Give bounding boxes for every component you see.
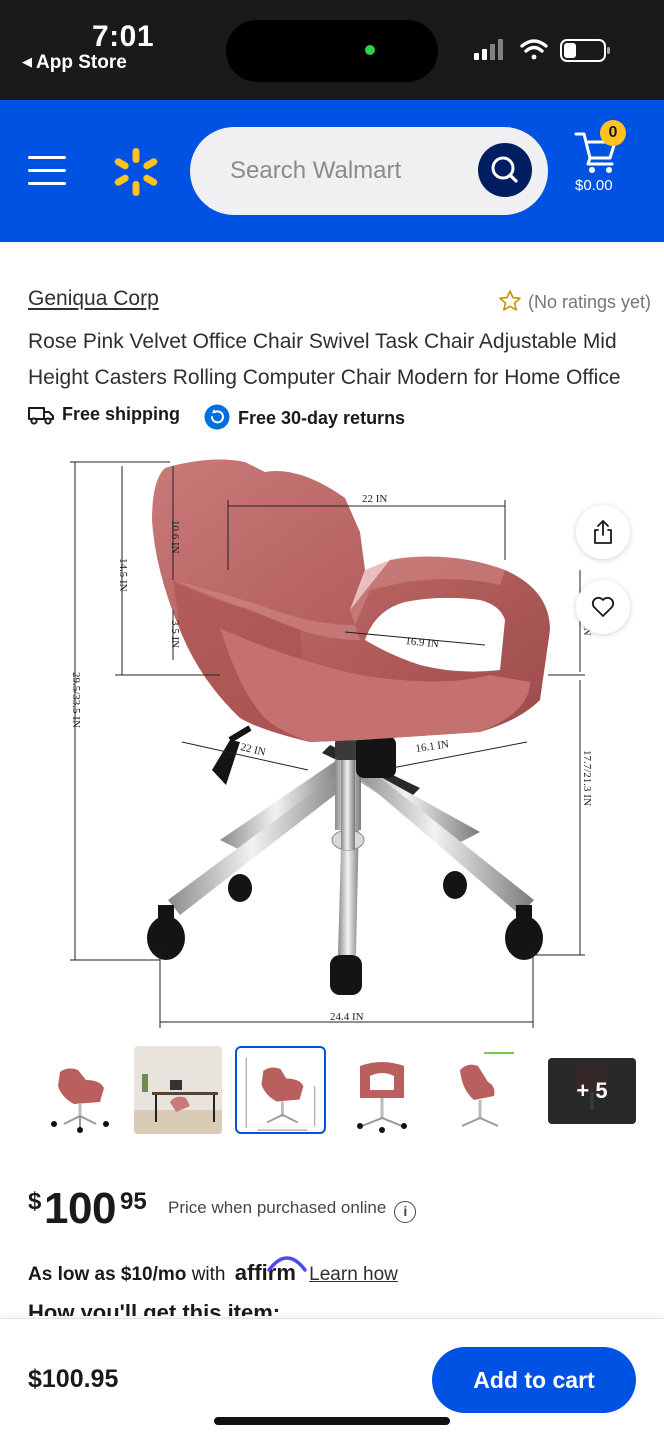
dim-label: 14.5 IN	[117, 558, 129, 592]
more-images-thumbnail[interactable]: + 5	[548, 1058, 636, 1124]
affirm-financing-line: As low as $10/mo with affirm Learn how	[28, 1256, 398, 1286]
search-button[interactable]	[478, 143, 532, 197]
affirm-prefix: As low as $10/mo	[28, 1264, 187, 1285]
add-to-cart-button[interactable]: Add to cart	[432, 1347, 636, 1413]
free-shipping-badge: Free shipping	[28, 404, 180, 425]
status-bar: 7:01 ◀ App Store	[0, 0, 664, 100]
rating-text: (No ratings yet)	[528, 292, 652, 312]
product-main-image[interactable]: 22 IN 10.6 IN 14.5 IN 3.5 IN 29.5/33.5 I…	[60, 450, 600, 1030]
cart-count-badge: 0	[600, 120, 626, 146]
share-button[interactable]	[576, 505, 630, 559]
info-icon[interactable]: i	[394, 1201, 417, 1223]
free-returns-label: Free 30-day returns	[238, 408, 406, 428]
search-icon	[491, 156, 518, 183]
affirm-logo: affirm	[235, 1256, 307, 1286]
truck-icon	[28, 407, 54, 425]
thumbnail-strip: + 5	[26, 1046, 646, 1136]
status-time: 7:01	[92, 20, 155, 53]
dim-label: 3.5 IN	[169, 620, 181, 648]
bottom-price: $100.95	[28, 1365, 119, 1393]
dim-label: 24.4 IN	[330, 1011, 364, 1023]
thumbnail-image[interactable]	[134, 1046, 222, 1134]
price-currency: $	[28, 1188, 42, 1215]
search-placeholder: Search Walmart	[230, 157, 402, 184]
battery-icon	[560, 39, 610, 62]
favorite-button[interactable]	[576, 580, 630, 634]
dim-label: 10.6 IN	[169, 520, 181, 554]
free-returns-badge: Free 30-day returns	[204, 404, 405, 430]
price-note-text: Price when purchased online	[168, 1198, 387, 1217]
share-icon	[594, 520, 612, 544]
thumbnail-image[interactable]	[34, 1046, 122, 1134]
hamburger-menu-icon[interactable]	[28, 156, 66, 186]
price-whole: 100	[44, 1184, 116, 1233]
price-note: Price when purchased online i	[168, 1198, 417, 1223]
camera-indicator-dot	[365, 45, 375, 55]
brand-link[interactable]: Geniqua Corp	[28, 287, 159, 311]
wifi-icon	[520, 39, 548, 60]
back-to-app-link[interactable]: ◀ App Store	[22, 52, 127, 74]
back-triangle-icon: ◀	[22, 54, 32, 69]
walmart-spark-icon[interactable]	[110, 146, 162, 198]
dim-label: 22 IN	[362, 493, 387, 505]
chair-illustration	[147, 459, 550, 995]
cellular-signal-icon	[474, 39, 503, 60]
more-images-count: + 5	[548, 1058, 636, 1124]
thumbnail-image-selected[interactable]	[235, 1046, 326, 1134]
thumbnail-image[interactable]	[438, 1046, 526, 1134]
heart-outline-icon	[591, 596, 615, 617]
delivery-section-heading: How you'll get this item:	[28, 1300, 281, 1316]
affirm-arc-icon	[267, 1256, 307, 1272]
dim-label: 29.5/33.5 IN	[70, 672, 82, 728]
status-icons	[474, 39, 610, 62]
product-title: Rose Pink Velvet Office Chair Swivel Tas…	[28, 330, 621, 389]
rating-summary[interactable]: (No ratings yet)	[498, 289, 651, 313]
dim-label: 16.1 IN	[415, 738, 450, 755]
free-shipping-label: Free shipping	[62, 404, 181, 424]
thumbnail-image[interactable]	[338, 1046, 426, 1134]
dynamic-island	[226, 20, 438, 82]
sticky-add-to-cart-bar: $100.95 Add to cart	[0, 1318, 664, 1440]
cart-total[interactable]: $0.00	[575, 177, 613, 194]
home-indicator[interactable]	[214, 1417, 450, 1425]
learn-how-link[interactable]: Learn how	[309, 1264, 398, 1285]
dim-label: 17.7/21.3 IN	[581, 750, 593, 806]
price-cents: 95	[120, 1188, 147, 1215]
star-outline-icon	[499, 290, 521, 311]
back-label: App Store	[36, 52, 127, 73]
affirm-with: with	[191, 1264, 226, 1285]
return-arrow-icon	[204, 404, 230, 430]
